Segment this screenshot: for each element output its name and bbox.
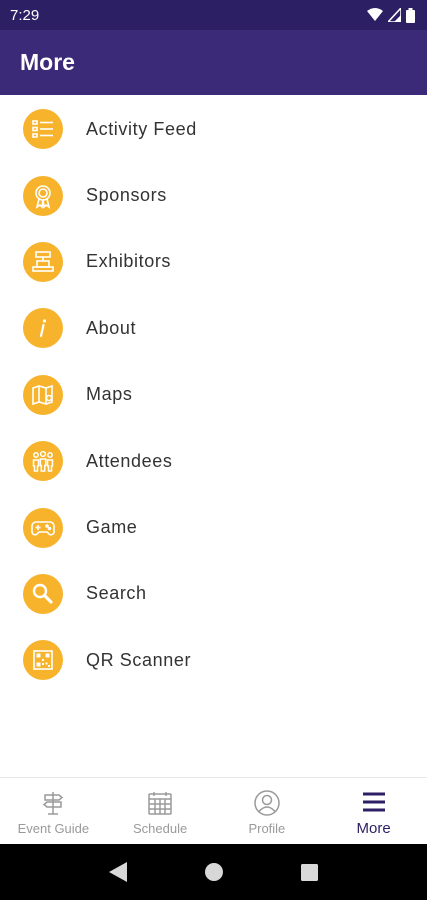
nav-tab-profile[interactable]: Profile bbox=[214, 778, 321, 844]
menu-item-label: Exhibitors bbox=[86, 251, 172, 272]
qr-code-icon bbox=[23, 640, 63, 681]
recents-square-icon bbox=[301, 863, 318, 881]
calendar-icon bbox=[146, 789, 174, 817]
menu-list: Activity Feed Sponsors Exhibitors About … bbox=[0, 96, 427, 694]
menu-item-attendees[interactable]: Attendees bbox=[0, 428, 427, 494]
nav-label: Schedule bbox=[133, 820, 188, 836]
people-icon bbox=[23, 441, 63, 482]
menu-item-about[interactable]: About bbox=[0, 295, 427, 361]
menu-item-label: Game bbox=[86, 517, 138, 538]
menu-item-exhibitors[interactable]: Exhibitors bbox=[0, 229, 427, 295]
menu-item-label: Activity Feed bbox=[86, 118, 197, 139]
menu-item-label: Maps bbox=[86, 384, 133, 405]
home-circle-icon bbox=[205, 863, 223, 881]
menu-item-activity-feed[interactable]: Activity Feed bbox=[0, 96, 427, 162]
bottom-nav: Event Guide Schedule Profile More bbox=[0, 777, 427, 844]
recents-button[interactable] bbox=[301, 863, 318, 881]
menu-item-game[interactable]: Game bbox=[0, 494, 427, 560]
menu-item-label: QR Scanner bbox=[86, 649, 192, 670]
menu-item-maps[interactable]: Maps bbox=[0, 362, 427, 428]
app-bar: More bbox=[0, 30, 427, 95]
gamepad-icon bbox=[23, 507, 63, 548]
exhibitor-booth-icon bbox=[23, 241, 63, 282]
wifi-icon bbox=[367, 8, 383, 21]
back-button[interactable] bbox=[109, 862, 127, 882]
menu-item-label: Sponsors bbox=[86, 185, 167, 206]
nav-tab-schedule[interactable]: Schedule bbox=[107, 778, 214, 844]
status-time: 7:29 bbox=[10, 6, 40, 24]
nav-label: Event Guide bbox=[17, 820, 90, 836]
menu-item-sponsors[interactable]: Sponsors bbox=[0, 162, 427, 228]
page-title: More bbox=[20, 49, 75, 75]
system-nav-bar bbox=[0, 844, 427, 900]
activity-feed-icon bbox=[23, 109, 63, 150]
nav-label: More bbox=[356, 819, 391, 837]
signpost-icon bbox=[39, 789, 67, 817]
status-bar: 7:29 bbox=[0, 0, 427, 30]
search-icon bbox=[23, 573, 63, 614]
hamburger-menu-icon bbox=[360, 788, 388, 816]
person-circle-icon bbox=[253, 789, 281, 817]
home-button[interactable] bbox=[205, 863, 223, 881]
menu-item-label: About bbox=[86, 317, 137, 338]
menu-item-qr-scanner[interactable]: QR Scanner bbox=[0, 627, 427, 693]
info-icon bbox=[23, 308, 63, 349]
cellular-signal-icon bbox=[388, 8, 401, 22]
menu-item-label: Search bbox=[86, 583, 147, 604]
menu-item-search[interactable]: Search bbox=[0, 561, 427, 627]
nav-tab-more[interactable]: More bbox=[320, 778, 427, 844]
award-ribbon-icon bbox=[23, 175, 63, 216]
map-pin-icon bbox=[23, 374, 63, 415]
menu-item-label: Attendees bbox=[86, 450, 173, 471]
back-triangle-icon bbox=[109, 862, 127, 882]
battery-icon bbox=[406, 7, 415, 23]
nav-label: Profile bbox=[248, 820, 286, 836]
nav-tab-event-guide[interactable]: Event Guide bbox=[0, 778, 107, 844]
status-icons bbox=[367, 7, 415, 23]
